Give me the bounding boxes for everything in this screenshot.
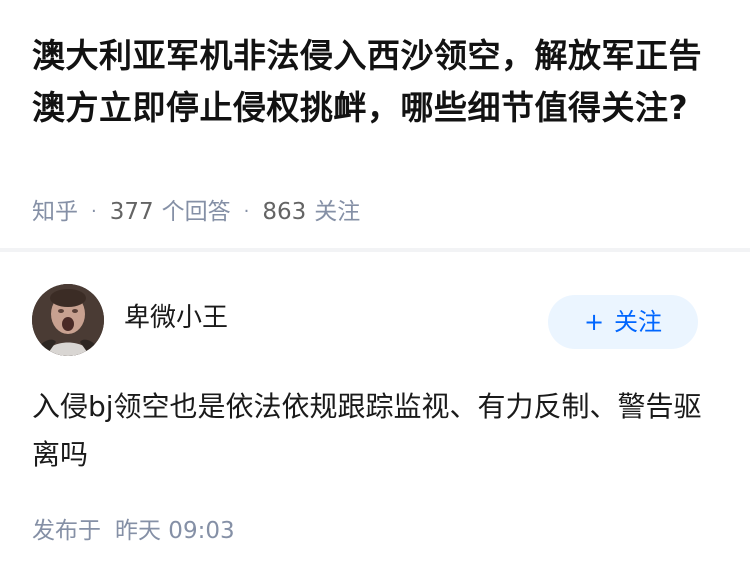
follow-count: 863 — [262, 199, 307, 225]
separator-dot: · — [91, 201, 97, 222]
answer-count: 377 — [109, 199, 154, 225]
publish-time: 昨天 09:03 — [115, 518, 235, 544]
follow-count-label: 关注 — [314, 199, 361, 225]
answer-content[interactable]: 入侵bj领空也是依法依规跟踪监视、有力反制、警告驱离吗 — [32, 383, 722, 479]
question-title[interactable]: 澳大利亚军机非法侵入西沙领空，解放军正告澳方立即停止侵权挑衅，哪些细节值得关注? — [32, 30, 722, 134]
source-label[interactable]: 知乎 — [32, 199, 78, 225]
separator-dot: · — [243, 201, 250, 222]
author-name[interactable]: 卑微小王 — [124, 301, 228, 335]
publish-label: 发布于 — [32, 518, 101, 544]
answer-count-label: 个回答 — [161, 199, 231, 225]
author-avatar[interactable] — [32, 284, 104, 356]
publish-info: 发布于 昨天 09:03 — [32, 515, 235, 547]
section-divider — [0, 248, 750, 252]
avatar-image — [32, 284, 104, 356]
question-meta: 知乎 · 377 个回答 · 863 关注 — [32, 197, 360, 227]
question-header: 澳大利亚军机非法侵入西沙领空，解放军正告澳方立即停止侵权挑衅，哪些细节值得关注? — [32, 30, 722, 134]
follow-button-label: 关注 — [614, 308, 663, 336]
follow-author-button[interactable]: + 关注 — [548, 295, 698, 349]
plus-icon: + — [583, 308, 605, 336]
